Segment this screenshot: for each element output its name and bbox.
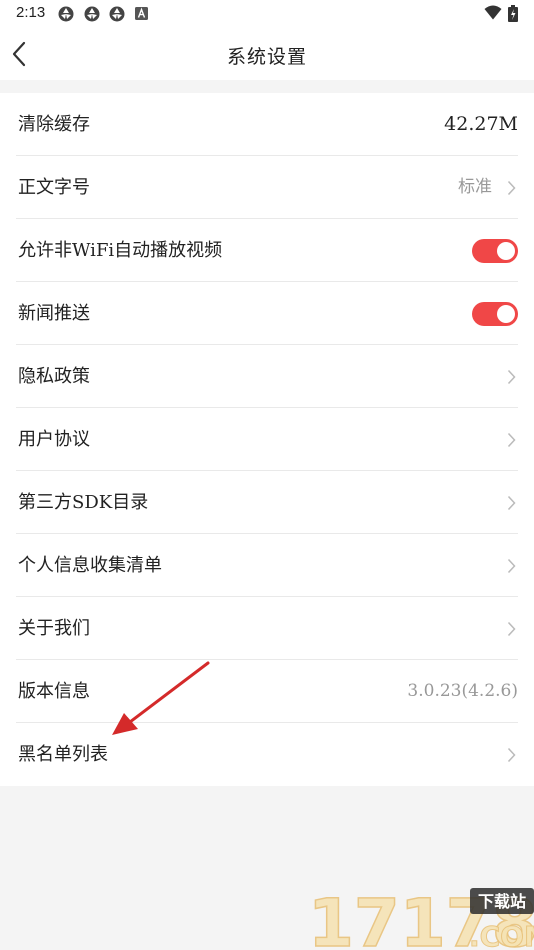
chevron-right-icon: [507, 621, 516, 637]
wifi-autoplay-row: 允许非WiFi自动播放视频: [16, 219, 518, 282]
site-watermark: 17178 下载站 .COM: [307, 884, 534, 950]
nav-bar: 系统设置: [0, 28, 534, 80]
setting-label: 第三方SDK目录: [18, 492, 149, 513]
a-icon: [135, 7, 148, 20]
user-agreement-row[interactable]: 用户协议: [16, 408, 518, 471]
clear-cache-row[interactable]: 清除缓存 42.27M: [16, 93, 518, 156]
wifi-icon: [484, 5, 502, 20]
chevron-right-icon: [507, 180, 516, 196]
aperture-icon: [109, 6, 125, 22]
blacklist-row[interactable]: 黑名单列表: [16, 723, 518, 786]
chevron-right-icon: [507, 369, 516, 385]
personal-info-list-row[interactable]: 个人信息收集清单: [16, 534, 518, 597]
chevron-right-icon: [507, 432, 516, 448]
chevron-right-icon: [507, 558, 516, 574]
setting-label: 正文字号: [18, 177, 90, 198]
setting-label: 黑名单列表: [18, 744, 108, 765]
setting-label: 关于我们: [18, 618, 90, 639]
chevron-right-icon: [507, 747, 516, 763]
chevron-right-icon: [507, 495, 516, 511]
privacy-policy-row[interactable]: 隐私政策: [16, 345, 518, 408]
version-value: 3.0.23(4.2.6): [407, 681, 518, 701]
status-bar: 2:13: [0, 0, 534, 28]
watermark-domain: .COM: [469, 920, 534, 950]
font-size-value: 标准: [458, 177, 492, 197]
setting-label: 版本信息: [18, 681, 90, 702]
red-arrow-annotation: [112, 661, 210, 735]
setting-label: 清除缓存: [18, 114, 90, 135]
about-us-row[interactable]: 关于我们: [16, 597, 518, 660]
third-party-sdk-row[interactable]: 第三方SDK目录: [16, 471, 518, 534]
setting-label: 允许非WiFi自动播放视频: [18, 240, 223, 261]
battery-icon: [508, 5, 518, 22]
toggle-knob: [497, 242, 515, 260]
page-title: 系统设置: [226, 46, 307, 68]
news-push-row: 新闻推送: [16, 282, 518, 345]
aperture-icon: [84, 6, 100, 22]
setting-label: 用户协议: [18, 429, 90, 450]
watermark-badge: 下载站: [478, 892, 526, 911]
wifi-autoplay-toggle[interactable]: [472, 239, 518, 263]
aperture-icon: [58, 6, 74, 22]
settings-list: 清除缓存 42.27M 正文字号 标准 允许非WiFi自动播放视频 新闻推送 隐…: [0, 93, 534, 786]
version-info-row[interactable]: 版本信息 3.0.23(4.2.6): [16, 660, 518, 723]
setting-label: 新闻推送: [18, 303, 90, 324]
setting-label: 个人信息收集清单: [18, 555, 162, 576]
news-push-toggle[interactable]: [472, 302, 518, 326]
cache-size-value: 42.27M: [444, 113, 518, 135]
setting-label: 隐私政策: [18, 366, 90, 387]
status-time: 2:13: [16, 4, 46, 21]
toggle-knob: [497, 305, 515, 323]
font-size-row[interactable]: 正文字号 标准: [16, 156, 518, 219]
